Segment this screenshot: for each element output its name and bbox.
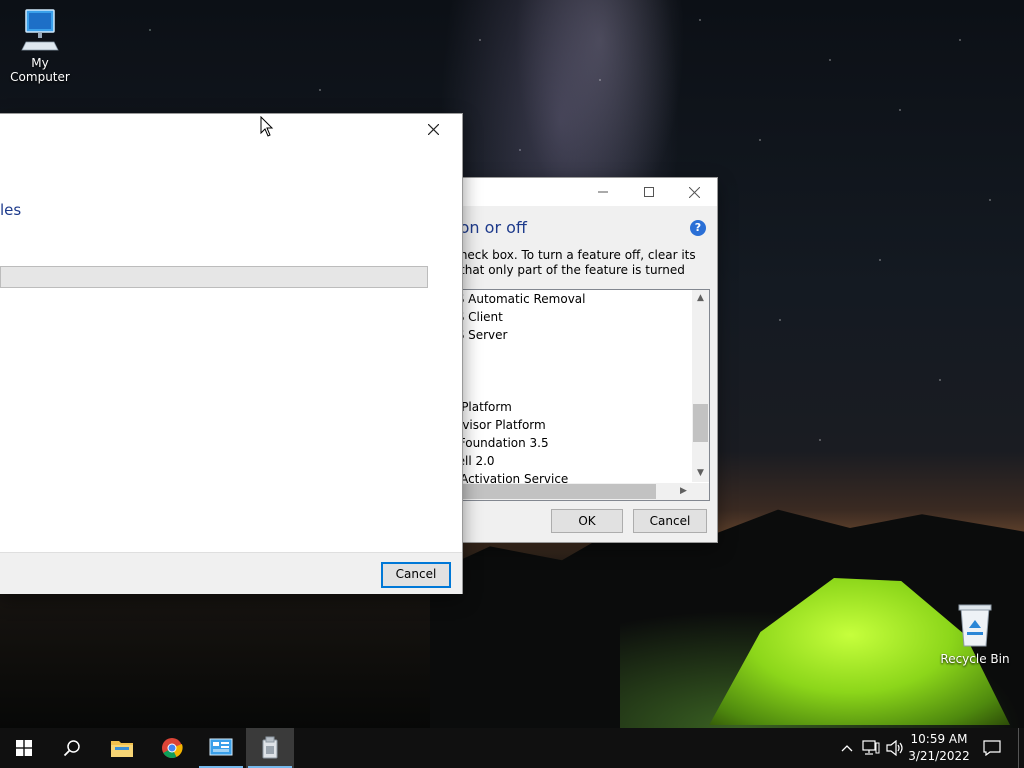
progress-window[interactable]: les Cancel <box>0 114 462 594</box>
show-hidden-icons-button[interactable] <box>838 728 856 768</box>
desktop-icon-label: My Computer <box>10 56 70 84</box>
maximize-button[interactable] <box>626 178 672 206</box>
desktop-icon-my-computer[interactable]: My Computer <box>0 8 80 84</box>
close-button[interactable] <box>671 178 717 206</box>
recycle-bin-icon <box>958 604 992 647</box>
chevron-up-icon <box>841 745 853 752</box>
search-button[interactable] <box>48 728 96 768</box>
notifications-button[interactable] <box>978 728 1006 768</box>
progress-title: les <box>0 201 22 219</box>
taskbar-windows-features[interactable] <box>246 728 294 768</box>
close-button[interactable] <box>410 114 456 144</box>
cancel-button[interactable]: Cancel <box>633 509 707 533</box>
help-icon[interactable]: ? <box>690 220 706 236</box>
start-button[interactable] <box>0 728 48 768</box>
windows-features-dialog[interactable]: ures on or off ? ct its check box. To tu… <box>420 178 717 542</box>
close-icon <box>688 186 700 198</box>
taskbar: 10:59 AM 3/21/2022 <box>0 728 1024 768</box>
title-bar[interactable] <box>420 178 717 206</box>
taskbar-chrome[interactable] <box>148 728 196 768</box>
scrollbar-thumb[interactable] <box>693 404 708 442</box>
desktop-icon-recycle-bin[interactable]: Recycle Bin <box>935 602 1015 666</box>
installer-icon <box>262 736 278 759</box>
network-icon <box>862 740 880 755</box>
vertical-scrollbar[interactable]: ▲ ▼ <box>692 290 709 482</box>
speaker-icon <box>886 740 903 756</box>
notification-icon <box>983 740 1001 756</box>
taskbar-clock[interactable]: 10:59 AM 3/21/2022 <box>906 731 972 765</box>
show-desktop-button[interactable] <box>1018 728 1024 768</box>
dialog-footer: Cancel <box>0 552 462 594</box>
taskbar-file-explorer[interactable] <box>98 728 146 768</box>
features-tree[interactable]: FS Automatic Removal FS Client FS Server… <box>420 289 710 501</box>
close-icon <box>427 123 439 135</box>
scroll-up-icon[interactable]: ▲ <box>692 290 709 307</box>
ok-button[interactable]: OK <box>551 509 623 533</box>
computer-icon <box>21 9 59 51</box>
dialog-description: ct its check box. To turn a feature off,… <box>420 248 696 292</box>
windows-logo-icon <box>16 740 32 756</box>
scroll-right-icon[interactable]: ▶ <box>675 483 692 500</box>
minimize-button[interactable] <box>580 178 626 206</box>
progress-bar <box>0 266 428 288</box>
maximize-icon <box>644 187 654 197</box>
clock-time: 10:59 AM <box>910 732 968 746</box>
minimize-icon <box>598 191 608 193</box>
folder-icon <box>111 741 133 757</box>
chrome-icon <box>162 738 183 758</box>
control-panel-icon <box>209 738 233 756</box>
desktop-icon-label: Recycle Bin <box>940 652 1010 666</box>
scroll-down-icon[interactable]: ▼ <box>692 465 709 482</box>
network-button[interactable] <box>860 728 882 768</box>
volume-button[interactable] <box>884 728 906 768</box>
taskbar-control-panel[interactable] <box>197 728 245 768</box>
tree-item[interactable]: r Foundation 3.5 <box>450 434 549 452</box>
tree-item[interactable]: FS Automatic Removal <box>450 290 585 308</box>
search-icon <box>63 740 80 757</box>
mouse-cursor-icon <box>260 116 274 137</box>
tree-item[interactable]: ervisor Platform <box>450 416 546 434</box>
horizontal-scrollbar[interactable]: ▶ <box>421 483 709 500</box>
cancel-button[interactable]: Cancel <box>381 562 451 588</box>
clock-date: 3/21/2022 <box>908 749 970 763</box>
